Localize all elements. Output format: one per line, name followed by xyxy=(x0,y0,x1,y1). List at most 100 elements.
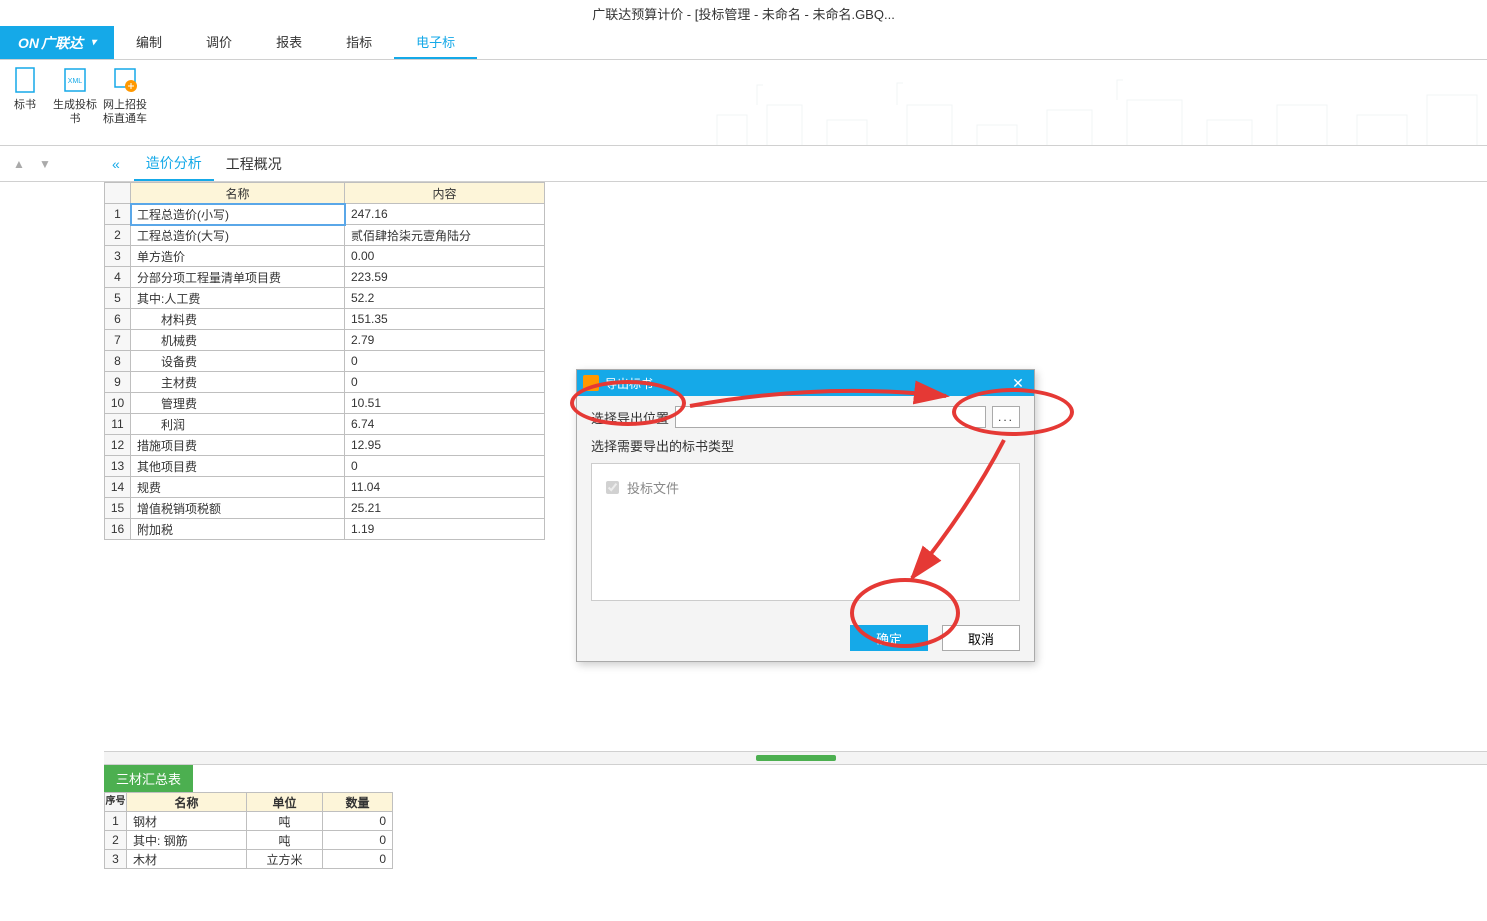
cell-name[interactable]: 其他项目费 xyxy=(131,456,345,477)
svg-text:XML: XML xyxy=(68,78,83,85)
cell-qty[interactable]: 0 xyxy=(323,831,393,850)
nav-down-icon[interactable]: ▼ xyxy=(36,155,54,173)
row-number: 2 xyxy=(105,225,131,246)
table-row[interactable]: 6 材料费151.35 xyxy=(105,309,545,330)
row-number: 15 xyxy=(105,498,131,519)
table-row[interactable]: 5其中:人工费52.2 xyxy=(105,288,545,309)
col-seq-header[interactable]: 序号 xyxy=(105,793,127,812)
cell-name[interactable]: 单方造价 xyxy=(131,246,345,267)
cell-value[interactable]: 151.35 xyxy=(345,309,545,330)
ribbon-biddoc[interactable]: 标书 xyxy=(0,60,50,145)
col-qty-header[interactable]: 数量 xyxy=(323,793,393,812)
location-input[interactable] xyxy=(675,406,986,428)
cell-unit[interactable]: 吨 xyxy=(247,812,323,831)
cell-value[interactable]: 25.21 xyxy=(345,498,545,519)
cell-unit[interactable]: 立方米 xyxy=(247,850,323,869)
table-row[interactable]: 2其中: 钢筋吨0 xyxy=(105,831,393,850)
table-row[interactable]: 1工程总造价(小写)247.16 xyxy=(105,204,545,225)
cell-qty[interactable]: 0 xyxy=(323,850,393,869)
table-row[interactable]: 15增值税销项税额25.21 xyxy=(105,498,545,519)
table-row[interactable]: 9 主材费0 xyxy=(105,372,545,393)
cell-name[interactable]: 附加税 xyxy=(131,519,345,540)
cell-value[interactable]: 2.79 xyxy=(345,330,545,351)
close-icon[interactable]: ✕ xyxy=(1008,375,1028,392)
cell-value[interactable]: 贰佰肆拾柒元壹角陆分 xyxy=(345,225,545,246)
table-row[interactable]: 7 机械费2.79 xyxy=(105,330,545,351)
cell-value[interactable]: 0 xyxy=(345,372,545,393)
cell-name[interactable]: 钢材 xyxy=(127,812,247,831)
col-value-header[interactable]: 内容 xyxy=(345,183,545,204)
table-row[interactable]: 12措施项目费12.95 xyxy=(105,435,545,456)
table-row[interactable]: 2工程总造价(大写)贰佰肆拾柒元壹角陆分 xyxy=(105,225,545,246)
cell-value[interactable]: 0 xyxy=(345,456,545,477)
cell-name[interactable]: 管理费 xyxy=(131,393,345,414)
table-row[interactable]: 13其他项目费0 xyxy=(105,456,545,477)
cell-name[interactable]: 材料费 xyxy=(131,309,345,330)
table-row[interactable]: 3木材立方米0 xyxy=(105,850,393,869)
ribbon-generate-bid[interactable]: XML 生成投标书 xyxy=(50,60,100,145)
collapse-chevron-icon[interactable]: « xyxy=(112,156,120,172)
menu-adjust[interactable]: 调价 xyxy=(184,26,254,59)
cost-analysis-table[interactable]: 名称 内容 1工程总造价(小写)247.162工程总造价(大写)贰佰肆拾柒元壹角… xyxy=(104,182,545,540)
cell-name[interactable]: 工程总造价(小写) xyxy=(131,204,345,225)
col-name-header[interactable]: 名称 xyxy=(127,793,247,812)
cell-value[interactable]: 223.59 xyxy=(345,267,545,288)
table-row[interactable]: 14规费11.04 xyxy=(105,477,545,498)
table-row[interactable]: 10 管理费10.51 xyxy=(105,393,545,414)
subtab-project-overview[interactable]: 工程概况 xyxy=(214,148,294,180)
col-name-header[interactable]: 名称 xyxy=(131,183,345,204)
cell-name[interactable]: 机械费 xyxy=(131,330,345,351)
table-row[interactable]: 11 利润6.74 xyxy=(105,414,545,435)
table-row[interactable]: 3单方造价0.00 xyxy=(105,246,545,267)
menu-ebid[interactable]: 电子标 xyxy=(394,26,477,59)
brand-logo-text: ON xyxy=(18,35,39,51)
cell-value[interactable]: 11.04 xyxy=(345,477,545,498)
cell-value[interactable]: 12.95 xyxy=(345,435,545,456)
cell-value[interactable]: 6.74 xyxy=(345,414,545,435)
option-bid-doc[interactable]: 投标文件 xyxy=(606,478,1005,497)
cell-value[interactable]: 247.16 xyxy=(345,204,545,225)
table-row[interactable]: 16附加税1.19 xyxy=(105,519,545,540)
cell-name[interactable]: 设备费 xyxy=(131,351,345,372)
checkbox-bid-doc[interactable] xyxy=(606,481,619,494)
cell-unit[interactable]: 吨 xyxy=(247,831,323,850)
brand-dropdown[interactable]: ON 广联达 ▾ xyxy=(0,26,114,59)
row-number: 3 xyxy=(105,850,127,869)
cell-value[interactable]: 0 xyxy=(345,351,545,372)
col-unit-header[interactable]: 单位 xyxy=(247,793,323,812)
bottom-tab-materials[interactable]: 三材汇总表 xyxy=(104,765,193,792)
table-row[interactable]: 1钢材吨0 xyxy=(105,812,393,831)
materials-table[interactable]: 序号 名称 单位 数量 1钢材吨02其中: 钢筋吨03木材立方米0 xyxy=(104,792,393,869)
browse-button[interactable]: ... xyxy=(992,406,1020,428)
cell-name[interactable]: 木材 xyxy=(127,850,247,869)
cell-name[interactable]: 增值税销项税额 xyxy=(131,498,345,519)
row-number: 11 xyxy=(105,414,131,435)
ribbon-online-bid[interactable]: 网上招投标直通车 xyxy=(100,60,150,145)
cell-name[interactable]: 工程总造价(大写) xyxy=(131,225,345,246)
menu-report[interactable]: 报表 xyxy=(254,26,324,59)
cell-name[interactable]: 利润 xyxy=(131,414,345,435)
cell-name[interactable]: 其中:人工费 xyxy=(131,288,345,309)
splitter-handle[interactable] xyxy=(104,751,1487,765)
nav-up-icon[interactable]: ▲ xyxy=(10,155,28,173)
table-row[interactable]: 8 设备费0 xyxy=(105,351,545,372)
menu-compile[interactable]: 编制 xyxy=(114,26,184,59)
location-label: 选择导出位置 xyxy=(591,408,675,427)
cell-name[interactable]: 措施项目费 xyxy=(131,435,345,456)
cancel-button[interactable]: 取消 xyxy=(942,625,1020,651)
cell-value[interactable]: 0.00 xyxy=(345,246,545,267)
cell-name[interactable]: 其中: 钢筋 xyxy=(127,831,247,850)
dialog-titlebar[interactable]: 导出标书 ✕ xyxy=(577,370,1034,396)
subtab-cost-analysis[interactable]: 造价分析 xyxy=(134,147,214,181)
cell-name[interactable]: 分部分项工程量清单项目费 xyxy=(131,267,345,288)
ok-button[interactable]: 确定 xyxy=(850,625,928,651)
cell-name[interactable]: 规费 xyxy=(131,477,345,498)
cell-qty[interactable]: 0 xyxy=(323,812,393,831)
table-row[interactable]: 4分部分项工程量清单项目费223.59 xyxy=(105,267,545,288)
cell-name[interactable]: 主材费 xyxy=(131,372,345,393)
cell-value[interactable]: 52.2 xyxy=(345,288,545,309)
cell-value[interactable]: 10.51 xyxy=(345,393,545,414)
menu-index[interactable]: 指标 xyxy=(324,26,394,59)
row-number: 10 xyxy=(105,393,131,414)
cell-value[interactable]: 1.19 xyxy=(345,519,545,540)
